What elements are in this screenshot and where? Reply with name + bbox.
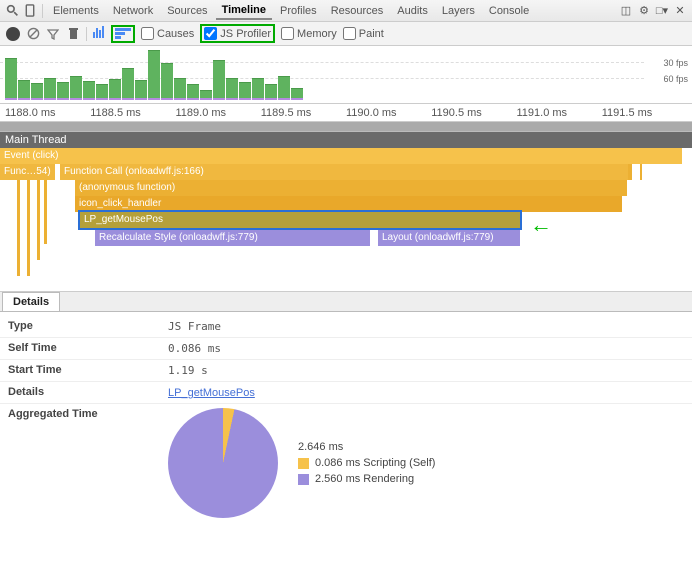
type-label: Type	[8, 320, 168, 333]
js-profiler-checkbox[interactable]: JS Profiler	[204, 27, 271, 40]
flame-chart[interactable]: Main Thread Event (click) Func…54) Funct…	[0, 132, 692, 292]
details-tabbar: Details	[0, 292, 692, 312]
aggtime-label: Aggregated Time	[8, 408, 168, 420]
aggregated-pie-chart	[168, 408, 278, 518]
tab-resources[interactable]: Resources	[325, 3, 390, 19]
tab-network[interactable]: Network	[107, 3, 159, 19]
fps-60-label: 60 fps	[663, 74, 688, 84]
timeline-toolbar: Causes JS Profiler Memory Paint	[0, 22, 692, 46]
overview-bars	[5, 48, 642, 98]
function-call-bar[interactable]: Function Call (onloadwff.js:166)	[60, 164, 632, 180]
details-tab[interactable]: Details	[2, 292, 60, 311]
event-click-bar[interactable]: Event (click)	[0, 148, 682, 164]
thread-header: Main Thread	[0, 132, 692, 148]
type-value: JS Frame	[168, 320, 684, 333]
selected-bar[interactable]: LP_getMousePos	[80, 212, 520, 228]
tab-profiles[interactable]: Profiles	[274, 3, 323, 19]
time-ruler: 1188.0 ms1188.5 ms 1189.0 ms1189.5 ms 11…	[0, 104, 692, 122]
causes-checkbox[interactable]: Causes	[141, 27, 194, 40]
anon-bar[interactable]: (anonymous function)	[75, 180, 627, 196]
starttime-label: Start Time	[8, 364, 168, 377]
tab-elements[interactable]: Elements	[47, 3, 105, 19]
tab-console[interactable]: Console	[483, 3, 535, 19]
tab-sources[interactable]: Sources	[161, 3, 213, 19]
flame-view-toggle[interactable]	[111, 25, 135, 43]
dock-icon[interactable]: □▾	[654, 3, 670, 19]
layout-bar[interactable]: Layout (onloadwff.js:779)	[378, 230, 520, 246]
memory-checkbox[interactable]: Memory	[281, 27, 337, 40]
legend-total: 2.646 ms	[298, 441, 343, 453]
device-icon[interactable]	[22, 3, 38, 19]
details-panel: TypeJS Frame Self Time0.086 ms Start Tim…	[0, 312, 692, 530]
selftime-label: Self Time	[8, 342, 168, 355]
paint-checkbox[interactable]: Paint	[343, 27, 384, 40]
trash-icon[interactable]	[66, 27, 80, 41]
legend-swatch-scripting	[298, 458, 309, 469]
clear-icon[interactable]	[26, 27, 40, 41]
handler-bar[interactable]: icon_click_handler	[75, 196, 622, 212]
pie-legend: 2.646 ms 0.086 ms Scripting (Self) 2.560…	[298, 437, 435, 489]
drawer-icon[interactable]: ◫	[618, 3, 634, 19]
filter-icon[interactable]	[46, 27, 60, 41]
tab-audits[interactable]: Audits	[391, 3, 434, 19]
fps-30-label: 30 fps	[663, 58, 688, 68]
legend-swatch-rendering	[298, 474, 309, 485]
starttime-value: 1.19 s	[168, 364, 684, 377]
main-toolbar: Elements Network Sources Timeline Profil…	[0, 0, 692, 22]
js-profiler-highlight: JS Profiler	[200, 24, 275, 43]
close-icon[interactable]: ✕	[672, 3, 688, 19]
details-link[interactable]: LP_getMousePos	[168, 387, 255, 399]
tab-timeline[interactable]: Timeline	[216, 2, 272, 20]
fps-overview[interactable]: 30 fps 60 fps	[0, 46, 692, 104]
recalc-style-bar[interactable]: Recalculate Style (onloadwff.js:779)	[95, 230, 370, 246]
func-bar[interactable]: Func…54)	[0, 164, 55, 180]
record-button[interactable]	[6, 27, 20, 41]
tab-layers[interactable]: Layers	[436, 3, 481, 19]
gear-icon[interactable]: ⚙	[636, 3, 652, 19]
view-bars-icon[interactable]	[93, 26, 105, 41]
timeline-scrollbar[interactable]	[0, 122, 692, 132]
details-label: Details	[8, 386, 168, 399]
annotation-arrow-icon: ←	[530, 212, 552, 238]
search-icon[interactable]	[4, 3, 20, 19]
selftime-value: 0.086 ms	[168, 342, 684, 355]
